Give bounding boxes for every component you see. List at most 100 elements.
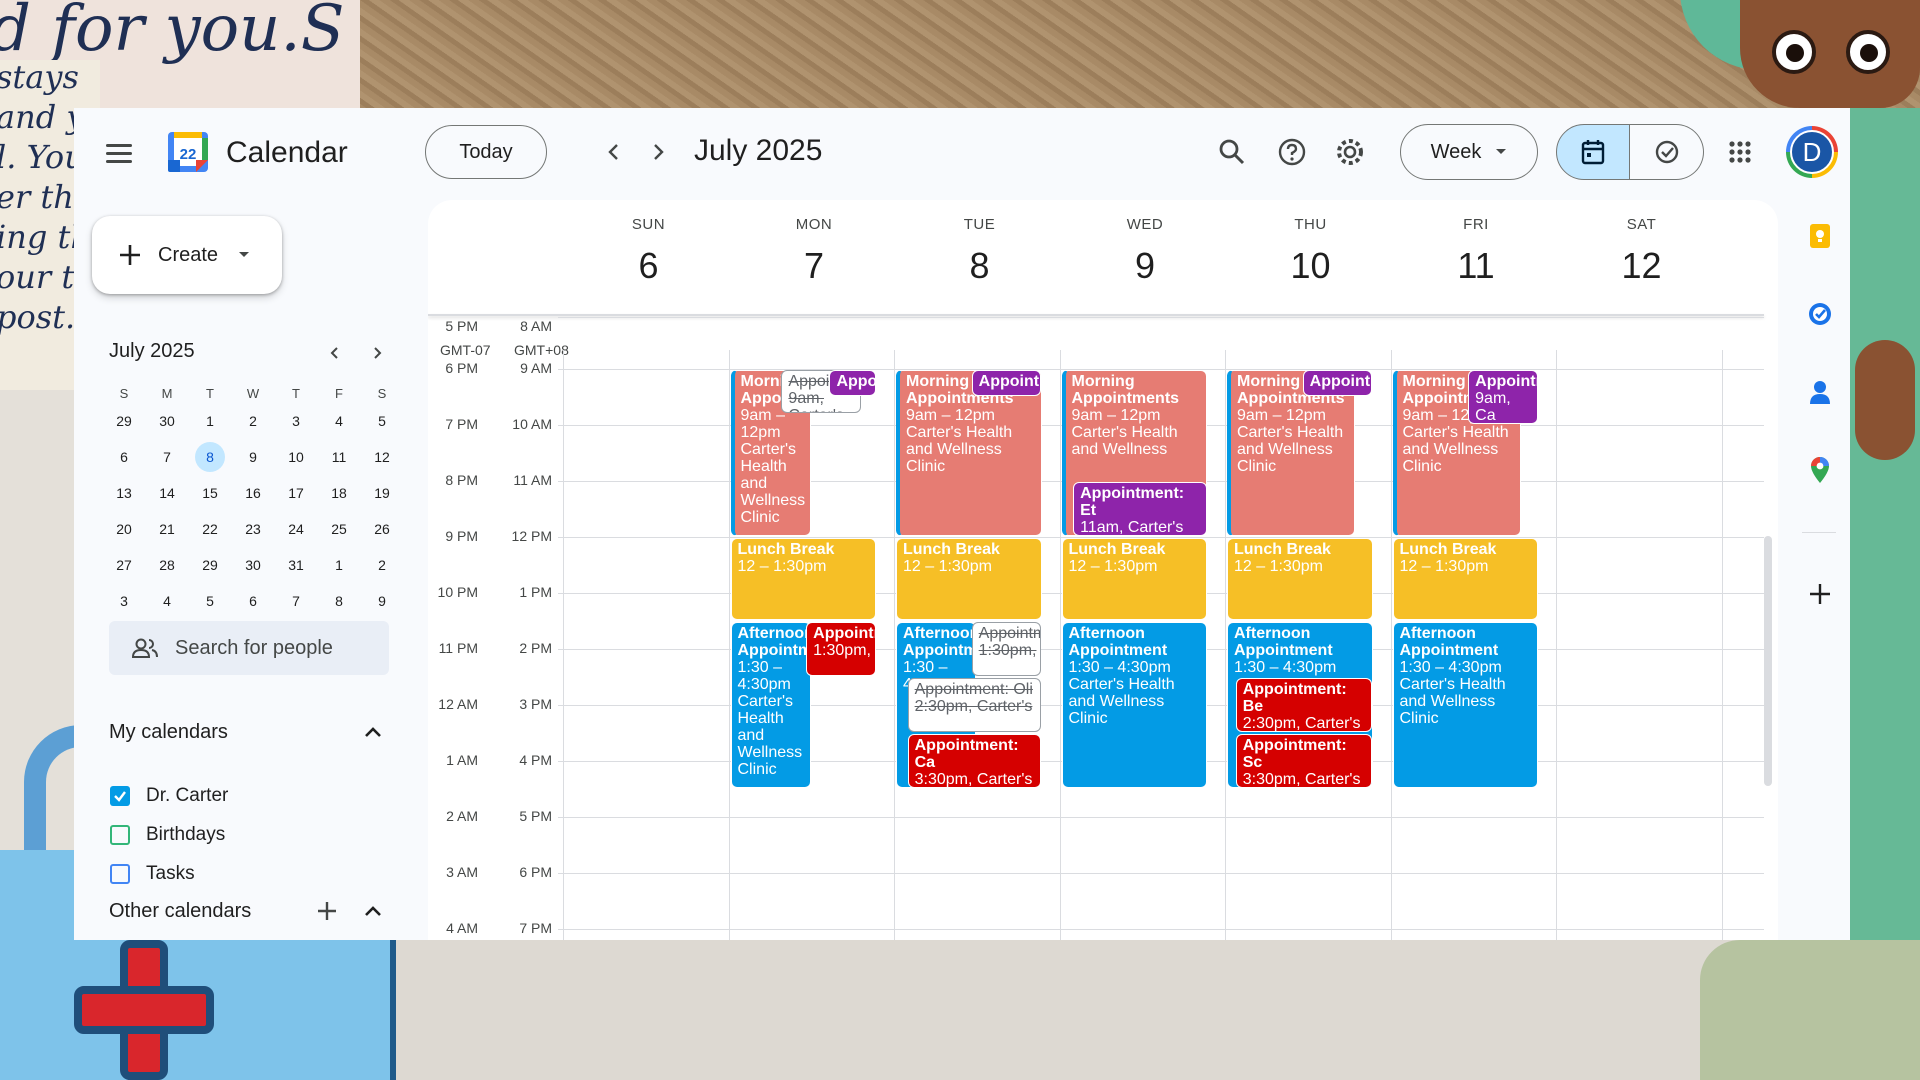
day-number[interactable]: 9 bbox=[1063, 245, 1228, 287]
add-other-calendar-icon[interactable] bbox=[314, 898, 340, 924]
mini-day[interactable]: 22 bbox=[195, 514, 225, 544]
mini-day[interactable]: 28 bbox=[152, 550, 182, 580]
calendar-event[interactable]: Appointment: Oli 2:30pm, Carter's bbox=[907, 678, 1042, 732]
mini-day[interactable]: 30 bbox=[238, 550, 268, 580]
view-selector[interactable]: Week bbox=[1400, 124, 1538, 180]
calendar-event[interactable]: Lunch Break 12 – 1:30pm bbox=[1392, 538, 1538, 620]
create-button[interactable]: Create bbox=[92, 216, 282, 294]
day-number[interactable]: 10 bbox=[1228, 245, 1393, 287]
mini-day[interactable]: 29 bbox=[109, 406, 139, 436]
day-header[interactable]: FRI 11 bbox=[1394, 216, 1559, 287]
account-avatar[interactable]: D bbox=[1786, 126, 1838, 178]
calendar-checkbox[interactable] bbox=[110, 864, 130, 884]
mini-day[interactable]: 5 bbox=[367, 406, 397, 436]
mini-day[interactable]: 15 bbox=[195, 478, 225, 508]
tasks-icon[interactable] bbox=[1806, 300, 1834, 328]
gear-icon[interactable] bbox=[1328, 130, 1372, 174]
mini-day[interactable]: 6 bbox=[109, 442, 139, 472]
maps-icon[interactable] bbox=[1806, 456, 1834, 484]
calendar-item[interactable]: Tasks bbox=[110, 860, 195, 888]
mini-prev-month-icon[interactable] bbox=[324, 342, 346, 364]
mini-day[interactable]: 8 bbox=[324, 586, 354, 616]
calendar-event[interactable]: Afternoon Appointment1:30 – 4:30pm Carte… bbox=[1392, 622, 1538, 788]
mini-day[interactable]: 3 bbox=[109, 586, 139, 616]
day-number[interactable]: 12 bbox=[1559, 245, 1724, 287]
calendar-checkbox[interactable] bbox=[110, 825, 130, 845]
calendar-event[interactable]: Appointment1:30pm, bbox=[971, 622, 1042, 676]
mini-day[interactable]: 27 bbox=[109, 550, 139, 580]
day-header[interactable]: SAT 12 bbox=[1559, 216, 1724, 287]
help-icon[interactable] bbox=[1270, 130, 1314, 174]
day-number[interactable]: 6 bbox=[566, 245, 731, 287]
mini-day[interactable]: 18 bbox=[324, 478, 354, 508]
search-icon[interactable] bbox=[1210, 130, 1254, 174]
calendar-item[interactable]: Dr. Carter bbox=[110, 782, 228, 810]
day-header[interactable]: TUE 8 bbox=[897, 216, 1062, 287]
today-button[interactable]: Today bbox=[425, 125, 547, 179]
calendar-event[interactable]: Lunch Break 12 – 1:30pm bbox=[1227, 538, 1373, 620]
apps-grid-icon[interactable] bbox=[1718, 130, 1762, 174]
day-number[interactable]: 7 bbox=[732, 245, 897, 287]
mini-day[interactable]: 8 bbox=[195, 442, 225, 472]
mini-day[interactable]: 16 bbox=[238, 478, 268, 508]
contacts-icon[interactable] bbox=[1806, 378, 1834, 406]
hamburger-icon[interactable] bbox=[106, 144, 132, 164]
calendar-item[interactable]: Birthdays bbox=[110, 821, 225, 849]
calendar-event[interactable]: Afternoon Appointment1:30 – 4:30pm Carte… bbox=[730, 622, 811, 788]
calendar-event[interactable]: Lunch Break 12 – 1:30pm bbox=[896, 538, 1042, 620]
my-calendars-title[interactable]: My calendars bbox=[109, 721, 228, 744]
calendar-event[interactable]: Appointment bbox=[971, 370, 1042, 396]
calendar-event[interactable]: Lunch Break 12 – 1:30pm bbox=[1061, 538, 1207, 620]
day-header[interactable]: MON 7 bbox=[732, 216, 897, 287]
mini-day[interactable]: 7 bbox=[152, 442, 182, 472]
vertical-scrollbar[interactable] bbox=[1764, 536, 1772, 786]
calendar-event[interactable]: Afternoon Appointment1:30 – 4:30pm Carte… bbox=[1061, 622, 1207, 788]
calendar-event[interactable]: Appointment bbox=[829, 370, 876, 396]
calendar-event[interactable]: Appointment: Ca 3:30pm, Carter's bbox=[907, 734, 1042, 788]
calendar-event[interactable]: Appointment: Sc 3:30pm, Carter's bbox=[1235, 734, 1373, 788]
mini-day[interactable]: 6 bbox=[238, 586, 268, 616]
mini-day[interactable]: 12 bbox=[367, 442, 397, 472]
mini-day[interactable]: 20 bbox=[109, 514, 139, 544]
mini-day[interactable]: 7 bbox=[281, 586, 311, 616]
calendar-event[interactable]: Appointment: Be 2:30pm, Carter's bbox=[1235, 678, 1373, 732]
mini-day[interactable]: 10 bbox=[281, 442, 311, 472]
mini-next-month-icon[interactable] bbox=[366, 342, 388, 364]
plus-icon[interactable] bbox=[1806, 580, 1834, 608]
mini-day[interactable]: 21 bbox=[152, 514, 182, 544]
mini-day[interactable]: 30 bbox=[152, 406, 182, 436]
calendar-event[interactable]: Appointment: Et11am, Carter's He bbox=[1073, 482, 1207, 536]
calendar-view-toggle[interactable] bbox=[1556, 124, 1630, 180]
prev-week-icon[interactable] bbox=[598, 136, 630, 168]
other-calendars-title[interactable]: Other calendars bbox=[109, 900, 251, 923]
calendar-event[interactable]: Appointment1:30pm, bbox=[806, 622, 876, 676]
mini-day[interactable]: 29 bbox=[195, 550, 225, 580]
mini-day[interactable]: 1 bbox=[195, 406, 225, 436]
mini-day[interactable]: 17 bbox=[281, 478, 311, 508]
collapse-my-calendars-icon[interactable] bbox=[360, 719, 386, 745]
day-header[interactable]: THU 10 bbox=[1228, 216, 1393, 287]
mini-day[interactable]: 5 bbox=[195, 586, 225, 616]
mini-day[interactable]: 23 bbox=[238, 514, 268, 544]
calendar-event[interactable]: Lunch Break 12 – 1:30pm bbox=[730, 538, 876, 620]
mini-day[interactable]: 4 bbox=[324, 406, 354, 436]
mini-day[interactable]: 2 bbox=[367, 550, 397, 580]
mini-day[interactable]: 26 bbox=[367, 514, 397, 544]
day-number[interactable]: 8 bbox=[897, 245, 1062, 287]
calendar-checkbox[interactable] bbox=[110, 786, 130, 806]
mini-day[interactable]: 25 bbox=[324, 514, 354, 544]
mini-day[interactable]: 4 bbox=[152, 586, 182, 616]
mini-day[interactable]: 31 bbox=[281, 550, 311, 580]
keep-icon[interactable] bbox=[1806, 222, 1834, 250]
mini-day[interactable]: 1 bbox=[324, 550, 354, 580]
day-header[interactable]: SUN 6 bbox=[566, 216, 731, 287]
calendar-event[interactable]: Appointment9am, Ca bbox=[1468, 370, 1538, 424]
mini-day[interactable]: 3 bbox=[281, 406, 311, 436]
collapse-other-calendars-icon[interactable] bbox=[360, 898, 386, 924]
mini-day[interactable]: 2 bbox=[238, 406, 268, 436]
mini-day[interactable]: 9 bbox=[238, 442, 268, 472]
mini-day[interactable]: 13 bbox=[109, 478, 139, 508]
day-header[interactable]: WED 9 bbox=[1063, 216, 1228, 287]
tasks-view-toggle[interactable] bbox=[1630, 124, 1704, 180]
mini-day[interactable]: 14 bbox=[152, 478, 182, 508]
